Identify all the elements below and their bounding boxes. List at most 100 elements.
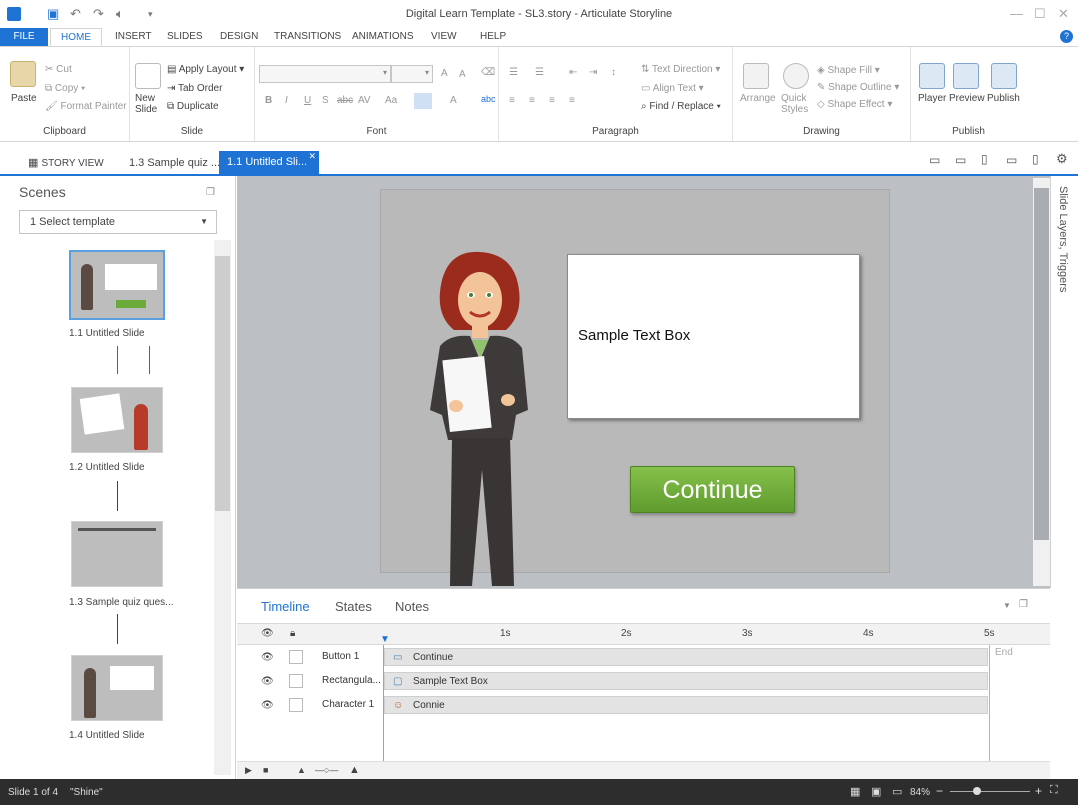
maximize-button[interactable]: ☐ — [1034, 6, 1046, 22]
eye-icon[interactable]: 👁︎ — [261, 700, 274, 711]
paste-button[interactable]: Paste — [11, 93, 37, 104]
player-icon[interactable] — [919, 63, 945, 89]
publish-button[interactable]: Publish — [987, 93, 1020, 104]
stop-icon[interactable]: ■ — [263, 765, 268, 775]
tablet-landscape-icon[interactable]: ▭ — [955, 153, 966, 167]
zoom-out-button[interactable]: − — [936, 784, 943, 798]
shrink-font-icon[interactable]: A — [459, 69, 466, 80]
menu-transitions[interactable]: TRANSITIONS — [274, 28, 341, 46]
timeline-row[interactable]: 👁︎ Rectangula... ▢ Sample Text Box — [237, 669, 1037, 693]
new-slide-icon[interactable] — [135, 63, 161, 89]
play-icon[interactable]: ▶ — [245, 765, 252, 776]
paste-icon[interactable] — [10, 61, 36, 87]
publish-icon[interactable] — [991, 63, 1017, 89]
menu-view[interactable]: VIEW — [431, 28, 457, 46]
new-slide-button[interactable]: New Slide — [135, 93, 165, 115]
slide-thumbnail-2[interactable] — [71, 387, 163, 453]
tab-states[interactable]: States — [335, 599, 372, 614]
continue-button[interactable]: Continue — [630, 466, 795, 513]
menu-slides[interactable]: SLIDES — [167, 28, 203, 46]
restore-panel-icon[interactable]: ❐ — [1019, 599, 1028, 610]
menu-home[interactable]: HOME — [50, 28, 102, 47]
scene-select[interactable]: 1 Select template ▼ — [19, 210, 217, 234]
zoom-slider[interactable]: —○— — [315, 765, 338, 775]
help-icon[interactable]: ? — [1060, 30, 1073, 43]
cut-button[interactable]: ✂ Cut — [45, 64, 72, 75]
slide-thumbnail-1[interactable] — [69, 250, 165, 320]
close-button[interactable]: ✕ — [1058, 6, 1069, 22]
player-button[interactable]: Player — [918, 93, 946, 104]
numbering-icon[interactable]: ☰ — [535, 67, 544, 78]
align-text-button[interactable]: ▭ Align Text ▾ — [641, 83, 704, 94]
spellcheck-icon[interactable]: abc — [481, 94, 496, 104]
sample-text-box[interactable]: Sample Text Box — [567, 254, 860, 419]
timeline-bar[interactable]: ▢ Sample Text Box — [384, 672, 988, 690]
outdent-icon[interactable]: ⇥ — [589, 67, 597, 78]
desktop-view-icon[interactable]: ▭ — [929, 153, 940, 167]
grow-font-icon[interactable]: A — [441, 68, 448, 79]
tab-order-button[interactable]: ⇥ Tab Order — [167, 83, 222, 94]
timeline-bar[interactable]: ▭ Continue — [384, 648, 988, 666]
align-right-icon[interactable]: ≡ — [549, 95, 555, 106]
stage-scrollbar[interactable] — [1033, 178, 1050, 586]
tablet-portrait-icon[interactable]: ▯ — [981, 152, 988, 166]
strikethrough-button[interactable]: abc — [337, 95, 353, 106]
bullets-icon[interactable]: ☰ — [509, 67, 518, 78]
preview-view-icon[interactable]: ▭ — [892, 785, 902, 798]
quick-styles-button[interactable]: Quick Styles — [781, 93, 815, 115]
copy-button[interactable]: ⧉ Copy ▾ — [45, 83, 85, 94]
find-replace-button[interactable]: ⌕ Find / Replace ▾ — [641, 101, 721, 112]
lock-checkbox[interactable] — [289, 698, 303, 712]
font-family-combo[interactable]: ▾ — [259, 65, 391, 83]
timeline-row[interactable]: 👁︎ Character 1 ☺ Connie — [237, 693, 1037, 717]
tab-untitled-slide[interactable]: 1.1 Untitled Sli... ✕ — [219, 151, 319, 176]
zoom-slider-thumb[interactable] — [973, 787, 981, 795]
lock-checkbox[interactable] — [289, 650, 303, 664]
menu-insert[interactable]: INSERT — [115, 28, 152, 46]
line-spacing-icon[interactable]: ↕ — [611, 67, 616, 78]
indent-icon[interactable]: ⇤ — [569, 67, 577, 78]
spacing-button[interactable]: AV — [358, 95, 371, 106]
zoom-slider[interactable] — [950, 791, 1030, 792]
normal-view-icon[interactable]: ▦ — [850, 785, 860, 798]
slide-thumbnail-3[interactable] — [71, 521, 163, 587]
file-menu[interactable]: FILE — [0, 28, 48, 46]
menu-help[interactable]: HELP — [480, 28, 506, 46]
restore-panel-icon[interactable]: ❐ — [206, 187, 215, 198]
justify-icon[interactable]: ≡ — [569, 95, 575, 106]
menu-animations[interactable]: ANIMATIONS — [352, 28, 413, 46]
arrange-button[interactable]: Arrange — [740, 93, 776, 104]
tab-timeline[interactable]: Timeline — [261, 599, 310, 614]
change-case-button[interactable]: Aa — [385, 95, 397, 106]
character-connie[interactable] — [420, 250, 540, 586]
italic-button[interactable]: I — [285, 95, 288, 106]
collapse-icon[interactable]: ▼ — [1003, 601, 1011, 610]
tab-story-view[interactable]: ▦ STORY VIEW — [20, 152, 112, 176]
clear-format-icon[interactable]: ⌫ — [481, 67, 495, 78]
duplicate-button[interactable]: ⧉ Duplicate — [167, 101, 219, 112]
eye-icon[interactable]: 👁︎ — [261, 652, 274, 663]
scroll-thumb[interactable] — [1034, 188, 1049, 540]
preview-icon[interactable] — [953, 63, 979, 89]
shape-effect-button[interactable]: ◇ Shape Effect ▾ — [817, 99, 892, 110]
gear-icon[interactable]: ⚙ — [1056, 151, 1068, 167]
apply-layout-button[interactable]: ▤ Apply Layout ▾ — [167, 64, 244, 75]
lock-icon[interactable]: 🔒︎ — [290, 628, 295, 639]
bold-button[interactable]: B — [265, 95, 272, 106]
slide-view-icon[interactable]: ▣ — [871, 785, 881, 798]
shape-outline-button[interactable]: ✎ Shape Outline ▾ — [817, 82, 899, 93]
shadow-button[interactable]: S — [322, 95, 329, 106]
text-direction-button[interactable]: ⇅ Text Direction ▾ — [641, 64, 720, 75]
scroll-thumb[interactable] — [215, 256, 230, 511]
fit-window-icon[interactable]: ⛶ — [1050, 784, 1058, 797]
slide-thumbnail-4[interactable] — [71, 655, 163, 721]
font-size-combo[interactable]: ▾ — [391, 65, 433, 83]
format-painter-button[interactable]: 🖌︎ Format Painter — [45, 101, 127, 112]
quick-styles-icon[interactable] — [783, 63, 809, 89]
phone-portrait-icon[interactable]: ▯ — [1032, 152, 1039, 166]
align-left-icon[interactable]: ≡ — [509, 95, 515, 106]
menu-design[interactable]: DESIGN — [220, 28, 258, 46]
close-tab-icon[interactable]: ✕ — [308, 145, 316, 167]
underline-button[interactable]: U — [304, 95, 311, 106]
lock-checkbox[interactable] — [289, 674, 303, 688]
